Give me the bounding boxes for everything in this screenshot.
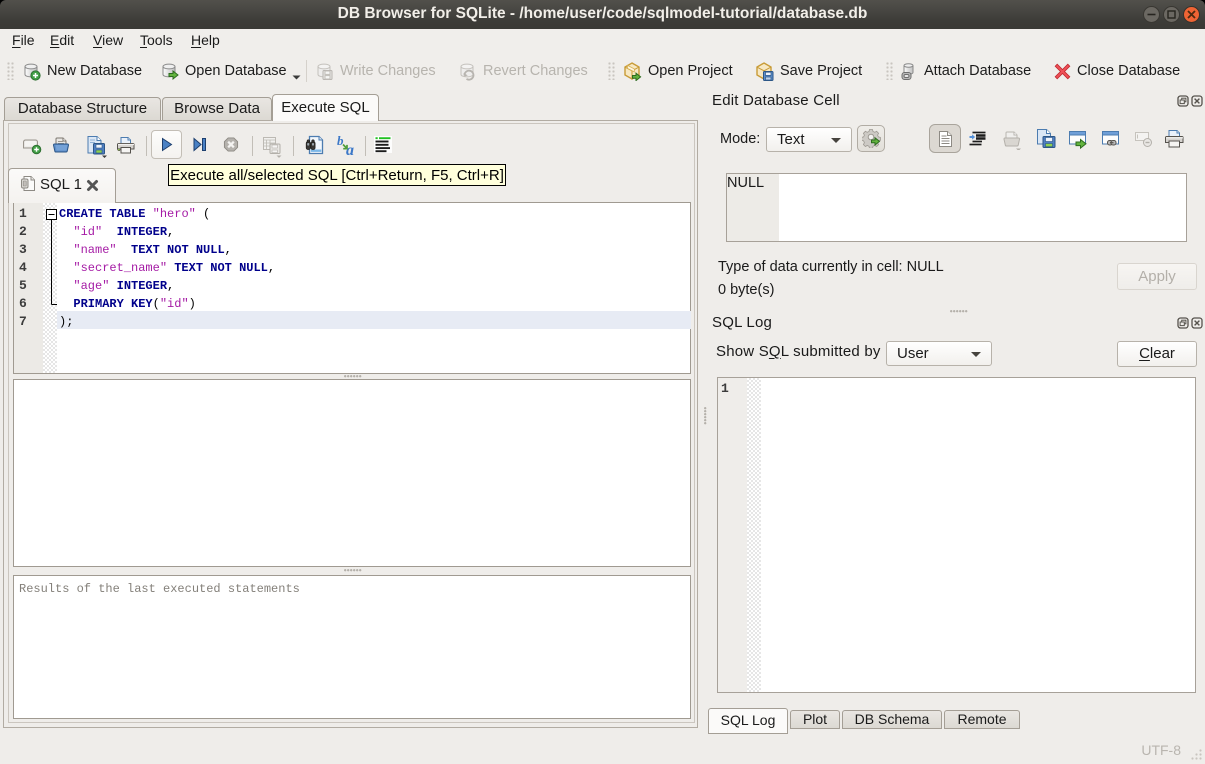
svg-text:b: b (337, 134, 344, 148)
